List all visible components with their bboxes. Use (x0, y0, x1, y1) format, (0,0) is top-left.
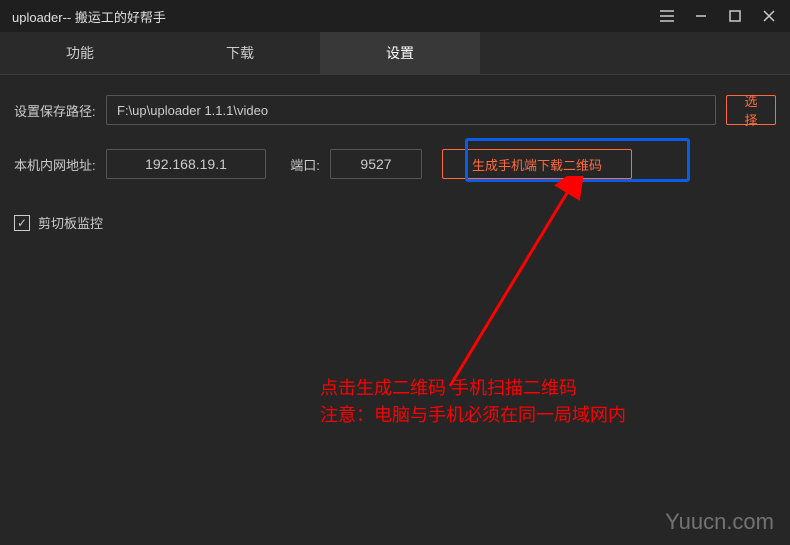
watermark: Yuucn.com (665, 509, 774, 535)
path-input[interactable] (106, 95, 716, 125)
titlebar: uploader-- 搬运工的好帮手 (0, 0, 790, 32)
menu-icon[interactable] (658, 7, 676, 25)
path-label: 设置保存路径: (14, 101, 106, 120)
lan-ip-input[interactable] (106, 149, 266, 179)
select-button[interactable]: 选择 (726, 95, 776, 125)
annotation-text: 点击生成二维码 手机扫描二维码 注意：电脑与手机必须在同一局域网内 (320, 375, 626, 429)
tab-function[interactable]: 功能 (0, 32, 160, 74)
lan-row: 本机内网地址: 端口: 生成手机端下载二维码 (14, 149, 776, 179)
tabs: 功能 下载 设置 (0, 32, 790, 74)
tab-download-label: 下载 (226, 43, 254, 63)
settings-content: 设置保存路径: 选择 本机内网地址: 端口: 生成手机端下载二维码 ✓ 剪切板监… (0, 75, 790, 252)
tab-settings[interactable]: 设置 (320, 32, 480, 74)
clipboard-checkbox[interactable]: ✓ (14, 215, 30, 231)
minimize-icon[interactable] (692, 7, 710, 25)
clipboard-row: ✓ 剪切板监控 (14, 213, 776, 232)
close-icon[interactable] (760, 7, 778, 25)
tab-function-label: 功能 (66, 43, 94, 63)
generate-qr-button[interactable]: 生成手机端下载二维码 (442, 149, 632, 179)
tab-download[interactable]: 下载 (160, 32, 320, 74)
maximize-icon[interactable] (726, 7, 744, 25)
path-row: 设置保存路径: 选择 (14, 95, 776, 125)
window-title: uploader-- 搬运工的好帮手 (12, 7, 166, 26)
port-label: 端口: (280, 155, 330, 174)
tab-settings-label: 设置 (386, 43, 414, 63)
annotation-line2: 注意：电脑与手机必须在同一局域网内 (320, 402, 626, 429)
window-controls (658, 7, 778, 25)
lan-label: 本机内网地址: (14, 155, 106, 174)
port-input[interactable] (330, 149, 422, 179)
annotation-line1: 点击生成二维码 手机扫描二维码 (320, 375, 626, 402)
clipboard-label: 剪切板监控 (38, 213, 103, 232)
